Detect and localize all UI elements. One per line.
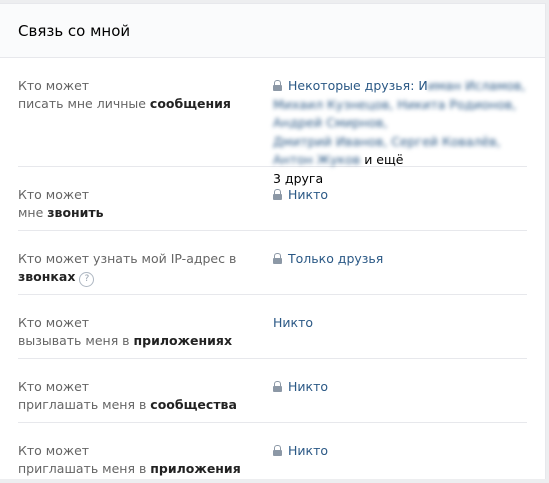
- help-icon[interactable]: ?: [79, 272, 95, 287]
- value-text: Никто: [288, 443, 329, 458]
- label-prefix: Кто может: [18, 78, 90, 93]
- settings-list: Кто может писать мне личные сообщения Не…: [0, 58, 545, 483]
- setting-row-messages: Кто может писать мне личные сообщения Не…: [18, 58, 527, 186]
- lock-icon: [273, 253, 282, 264]
- label-text: мне: [18, 205, 48, 220]
- label-bold: приложениях: [133, 333, 233, 348]
- label-bold: приложения: [150, 461, 241, 476]
- label-bold: звонить: [47, 205, 104, 220]
- setting-label: Кто может узнать мой IP-адрес в звонках?: [18, 250, 273, 287]
- setting-row-ip-calls: Кто может узнать мой IP-адрес в звонках?…: [18, 231, 527, 295]
- label-prefix: Кто может: [18, 443, 90, 458]
- setting-row-communities: Кто может приглашать меня в сообщества Н…: [18, 359, 527, 423]
- value-text: Только друзья: [288, 251, 384, 266]
- label-text: вызывать меня в: [18, 333, 134, 348]
- setting-label: Кто может мне звонить: [18, 186, 273, 220]
- label-bold: сообщения: [149, 96, 231, 111]
- label-text: приглашать меня в: [18, 461, 151, 476]
- value-text: Никто: [288, 187, 329, 202]
- setting-value-apps[interactable]: Никто: [273, 442, 527, 473]
- setting-value-communities[interactable]: Никто: [273, 378, 527, 412]
- value-more-count: 3 друга: [273, 170, 324, 186]
- lock-icon: [273, 80, 282, 91]
- setting-row-apps: Кто может приглашать меня в приложения Н…: [18, 423, 527, 483]
- section-title: Связь со мной: [18, 21, 131, 40]
- section-header: Связь со мной: [0, 4, 545, 58]
- setting-label: Кто может приглашать меня в сообщества: [18, 378, 273, 412]
- setting-value-ip-calls[interactable]: Только друзья: [273, 250, 527, 284]
- value-text: Некоторые друзья: И: [288, 78, 428, 93]
- blurred-friend-names: Михаил Кузнецов, Никита Родионов, Андрей…: [273, 96, 517, 131]
- setting-label: Кто может приглашать меня в приложения: [18, 442, 273, 476]
- setting-value-app-calls[interactable]: Никто: [273, 314, 527, 348]
- lock-icon: [273, 189, 282, 200]
- value-more: и ещё: [360, 152, 404, 167]
- blurred-friend-names: иман Исламов,: [427, 78, 526, 93]
- value-text: Никто: [288, 379, 329, 394]
- label-prefix: Кто может узнать мой IP-адрес в: [18, 251, 237, 266]
- lock-icon: [273, 445, 282, 456]
- label-bold: сообщества: [150, 397, 237, 412]
- setting-label: Кто может вызывать меня в приложениях: [18, 314, 273, 348]
- value-text: Никто: [273, 315, 314, 330]
- setting-label: Кто может писать мне личные сообщения: [18, 77, 273, 156]
- label-text: приглашать меня в: [18, 397, 151, 412]
- privacy-card: Связь со мной Кто может писать мне личны…: [0, 3, 546, 479]
- lock-icon: [273, 381, 282, 392]
- setting-row-app-calls: Кто может вызывать меня в приложениях Ни…: [18, 295, 527, 359]
- label-prefix: Кто может: [18, 315, 90, 330]
- setting-value-calls[interactable]: Никто: [273, 186, 527, 220]
- label-prefix: Кто может: [18, 187, 90, 202]
- label-prefix: Кто может: [18, 379, 90, 394]
- setting-value-messages[interactable]: Некоторые друзья: Ииман Исламов, Михаил …: [273, 77, 527, 186]
- label-text: писать мне личные: [18, 96, 150, 111]
- label-bold: звонках: [18, 269, 76, 284]
